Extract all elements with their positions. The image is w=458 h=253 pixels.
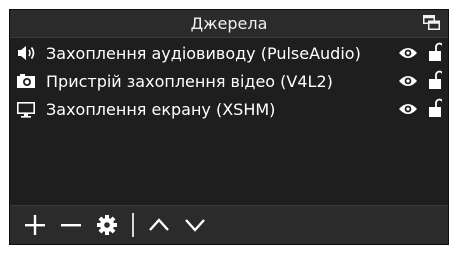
- source-name: Захоплення аудіовиводу (PulseAudio): [46, 43, 361, 63]
- add-icon: [25, 215, 45, 235]
- sources-panel: Джерела Захоплення аудіовиводу (PulseAud…: [9, 9, 449, 245]
- camera-icon: [16, 72, 36, 90]
- sources-title-bar: Джерела: [10, 10, 448, 38]
- eye-icon[interactable]: [398, 46, 418, 60]
- remove-icon: [61, 224, 81, 227]
- chevron-down-icon: [185, 219, 205, 232]
- source-item-screen-capture[interactable]: Захоплення екрану (XSHM): [10, 95, 448, 123]
- sources-list: Захоплення аудіовиводу (PulseAudio) Прис…: [10, 39, 448, 123]
- speaker-icon: [16, 44, 36, 62]
- source-name: Пристрій захоплення відео (V4L2): [46, 71, 333, 91]
- move-up-button[interactable]: [148, 214, 170, 236]
- unlock-icon[interactable]: [428, 70, 442, 90]
- panel-title: Джерела: [190, 14, 268, 33]
- toolbar-separator: [132, 213, 134, 237]
- unlock-icon[interactable]: [428, 42, 442, 62]
- source-properties-button[interactable]: [96, 214, 118, 236]
- undock-icon[interactable]: [423, 15, 440, 30]
- eye-icon[interactable]: [398, 74, 418, 88]
- source-item-video-device[interactable]: Пристрій захоплення відео (V4L2): [10, 67, 448, 95]
- source-item-audio-output[interactable]: Захоплення аудіовиводу (PulseAudio): [10, 39, 448, 67]
- sources-toolbar: [10, 205, 448, 244]
- monitor-icon: [16, 100, 36, 118]
- source-name: Захоплення екрану (XSHM): [46, 99, 276, 119]
- chevron-up-icon: [149, 218, 169, 231]
- remove-source-button[interactable]: [60, 214, 82, 236]
- unlock-icon[interactable]: [428, 98, 442, 118]
- gear-icon: [97, 215, 117, 235]
- add-source-button[interactable]: [24, 214, 46, 236]
- move-down-button[interactable]: [184, 214, 206, 236]
- eye-icon[interactable]: [398, 102, 418, 116]
